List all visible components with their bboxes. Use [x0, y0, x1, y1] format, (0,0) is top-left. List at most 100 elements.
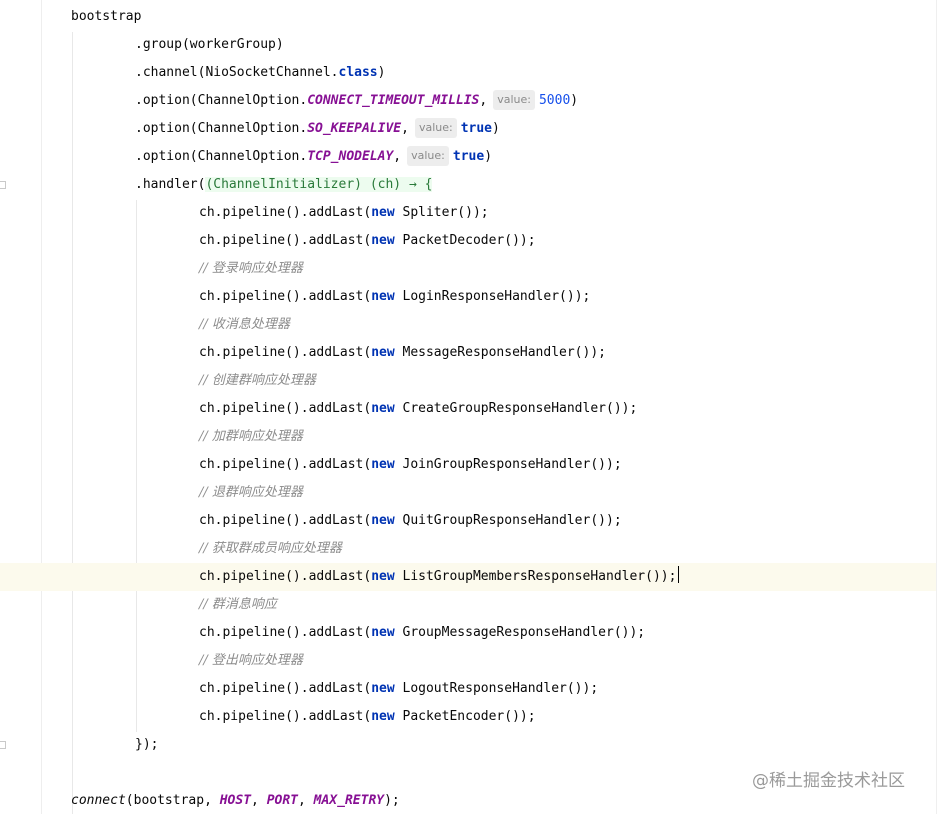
semicolon: );	[621, 401, 638, 416]
max-retry-constant: MAX_RETRY	[313, 793, 385, 808]
handler-name: Spliter()	[402, 205, 473, 220]
comment-line[interactable]: // 获取群成员响应处理器	[199, 535, 342, 563]
code-line-bootstrap[interactable]: bootstrap	[71, 3, 141, 31]
arg-separator: ,	[251, 793, 267, 808]
pipeline-call: ch.pipeline().addLast(	[199, 569, 372, 584]
handler-name: GroupMessageResponseHandler()	[402, 625, 630, 640]
handler-name: CreateGroupResponseHandler()	[402, 401, 622, 416]
semicolon: );	[629, 625, 646, 640]
comma: ,	[479, 93, 488, 108]
pipeline-line[interactable]: ch.pipeline().addLast(new PacketEncoder(…	[199, 703, 536, 731]
true-keyword: true	[452, 149, 485, 164]
option-call: .option(ChannelOption.	[135, 121, 308, 136]
comment-line[interactable]: // 退群响应处理器	[199, 479, 303, 507]
code-line-channel[interactable]: .channel(NioSocketChannel.class)	[135, 59, 385, 87]
pipeline-call: ch.pipeline().addLast(	[199, 681, 372, 696]
semicolon: );	[574, 289, 591, 304]
close-paren: )	[570, 93, 579, 108]
pipeline-call: ch.pipeline().addLast(	[199, 205, 372, 220]
class-keyword: class	[338, 65, 378, 80]
pipeline-line[interactable]: ch.pipeline().addLast(new GroupMessageRe…	[199, 619, 645, 647]
handler-name: ListGroupMembersResponseHandler()	[402, 569, 661, 584]
code-line-option-keepalive[interactable]: .option(ChannelOption.SO_KEEPALIVE, value…	[135, 115, 500, 143]
connect-end: );	[384, 793, 400, 808]
pipeline-line[interactable]: ch.pipeline().addLast(new LogoutResponse…	[199, 675, 598, 703]
watermark-text: @稀土掘金技术社区	[752, 771, 905, 791]
comma: ,	[393, 149, 402, 164]
semicolon: );	[606, 513, 622, 528]
connect-timeout-constant: CONNECT_TIMEOUT_MILLIS	[307, 93, 480, 108]
gutter-divider	[41, 0, 42, 814]
semicolon: );	[582, 681, 599, 696]
new-keyword: new	[371, 513, 395, 528]
tcp-nodelay-constant: TCP_NODELAY	[307, 149, 394, 164]
so-keepalive-constant: SO_KEEPALIVE	[307, 121, 402, 136]
arg-separator: ,	[298, 793, 314, 808]
channel-call: .channel(NioSocketChannel.	[135, 65, 339, 80]
true-keyword: true	[460, 121, 493, 136]
comment-line[interactable]: // 群消息响应	[199, 591, 277, 619]
connect-args: (bootstrap,	[125, 793, 220, 808]
code-line-option-timeout[interactable]: .option(ChannelOption.CONNECT_TIMEOUT_MI…	[135, 87, 578, 115]
indent-guide	[72, 32, 73, 814]
handler-name: JoinGroupResponseHandler()	[402, 457, 607, 472]
semicolon: );	[590, 345, 606, 360]
semicolon: );	[519, 233, 536, 248]
port-constant: PORT	[266, 793, 298, 808]
semicolon: );	[519, 709, 536, 724]
pipeline-line[interactable]: ch.pipeline().addLast(new MessageRespons…	[199, 339, 606, 367]
host-constant: HOST	[219, 793, 252, 808]
fold-toggle-icon[interactable]	[0, 741, 6, 749]
new-keyword: new	[371, 401, 395, 416]
comment-line[interactable]: // 登录响应处理器	[199, 255, 303, 283]
handler-name: MessageResponseHandler()	[402, 345, 591, 360]
pipeline-call: ch.pipeline().addLast(	[199, 709, 372, 724]
code-line-handler[interactable]: .handler((ChannelInitializer) (ch) → {	[135, 171, 433, 199]
timeout-value: 5000	[538, 93, 571, 108]
comment-line[interactable]: // 加群响应处理器	[199, 423, 303, 451]
handler-name: PacketEncoder()	[402, 709, 520, 724]
code-line-connect[interactable]: connect(bootstrap, HOST, PORT, MAX_RETRY…	[71, 787, 400, 814]
pipeline-call: ch.pipeline().addLast(	[199, 457, 372, 472]
new-keyword: new	[371, 289, 395, 304]
pipeline-call: ch.pipeline().addLast(	[199, 513, 372, 528]
pipeline-line[interactable]: ch.pipeline().addLast(new LoginResponseH…	[199, 283, 590, 311]
comment-line[interactable]: // 登出响应处理器	[199, 647, 303, 675]
code-editor[interactable]: bootstrap .group(workerGroup) .channel(N…	[0, 0, 937, 814]
code-line-group[interactable]: .group(workerGroup)	[135, 31, 284, 59]
pipeline-line[interactable]: ch.pipeline().addLast(new Spliter());	[199, 199, 489, 227]
semicolon: );	[660, 569, 677, 584]
closing-brace: });	[135, 737, 159, 752]
new-keyword: new	[371, 569, 395, 584]
text-caret	[678, 566, 680, 583]
new-keyword: new	[371, 709, 395, 724]
connect-function: connect	[71, 793, 126, 808]
fold-toggle-icon[interactable]	[0, 181, 6, 189]
pipeline-call: ch.pipeline().addLast(	[199, 289, 372, 304]
pipeline-line[interactable]: ch.pipeline().addLast(new CreateGroupRes…	[199, 395, 637, 423]
new-keyword: new	[371, 205, 395, 220]
pipeline-line-current[interactable]: ch.pipeline().addLast(new ListGroupMembe…	[199, 563, 680, 591]
pipeline-call: ch.pipeline().addLast(	[199, 401, 372, 416]
comment-line[interactable]: // 创建群响应处理器	[199, 367, 316, 395]
new-keyword: new	[371, 233, 395, 248]
handler-name: LogoutResponseHandler()	[402, 681, 583, 696]
handler-call: .handler(	[135, 177, 206, 192]
option-call: .option(ChannelOption.	[135, 149, 308, 164]
pipeline-call: ch.pipeline().addLast(	[199, 233, 372, 248]
pipeline-line[interactable]: ch.pipeline().addLast(new PacketDecoder(…	[199, 227, 536, 255]
bootstrap-identifier: bootstrap	[71, 9, 142, 24]
pipeline-call: ch.pipeline().addLast(	[199, 625, 372, 640]
lambda-folded-hint[interactable]: (ChannelInitializer) (ch) → {	[205, 177, 433, 192]
parameter-hint: value:	[407, 146, 449, 166]
pipeline-line[interactable]: ch.pipeline().addLast(new JoinGroupRespo…	[199, 451, 622, 479]
code-line-option-nodelay[interactable]: .option(ChannelOption.TCP_NODELAY, value:…	[135, 143, 492, 171]
pipeline-line[interactable]: ch.pipeline().addLast(new QuitGroupRespo…	[199, 507, 622, 535]
handler-name: PacketDecoder()	[402, 233, 520, 248]
semicolon: );	[472, 205, 489, 220]
indent-guide	[136, 200, 137, 732]
new-keyword: new	[371, 345, 395, 360]
code-line-closing-brace[interactable]: });	[135, 731, 158, 759]
comment-line[interactable]: // 收消息处理器	[199, 311, 290, 339]
new-keyword: new	[371, 681, 395, 696]
